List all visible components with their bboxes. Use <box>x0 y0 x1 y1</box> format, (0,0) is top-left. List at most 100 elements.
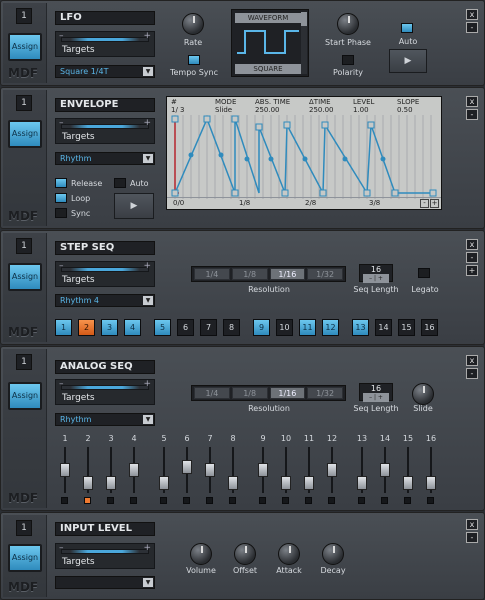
envelope-minimize-button[interactable]: - <box>466 109 478 120</box>
step-button-16[interactable]: 16 <box>421 319 438 336</box>
fader-handle[interactable] <box>426 475 436 490</box>
step-seq-assign-button[interactable]: Assign <box>8 263 42 291</box>
resolution-option[interactable]: 1/4 <box>194 268 230 280</box>
lfo-assign-button[interactable]: Assign <box>8 33 42 61</box>
step-button-10[interactable]: 10 <box>276 319 293 336</box>
envelope-number-button[interactable]: 1 <box>16 95 32 111</box>
fader-handle[interactable] <box>380 463 390 477</box>
fader-handle[interactable] <box>205 463 215 477</box>
lfo-polarity-checkbox[interactable] <box>342 55 354 65</box>
fader-handle[interactable] <box>106 475 116 490</box>
resolution-option-selected[interactable]: 1/16 <box>269 387 306 399</box>
step-button-11[interactable]: 11 <box>299 319 316 336</box>
fader-handle[interactable] <box>357 475 367 490</box>
analog-seq-slide-knob[interactable] <box>412 383 434 405</box>
envelope-display[interactable]: # MODE ABS. TIME ΔTIME LEVEL SLOPE 1/ 3 … <box>166 96 442 210</box>
lfo-waveform-dropdown[interactable]: Square 1/4T ▼ <box>55 65 155 78</box>
fader-handle[interactable] <box>258 463 268 477</box>
zoom-in-button[interactable]: + <box>430 199 439 208</box>
fader-handle[interactable] <box>129 463 139 477</box>
fader-handle[interactable] <box>327 463 337 477</box>
step-seq-close-button[interactable]: x <box>466 239 478 250</box>
step-button-1[interactable]: 1 <box>55 319 72 336</box>
envelope-sync-checkbox[interactable] <box>55 208 67 218</box>
lfo-play-button[interactable]: ▶ <box>389 49 427 73</box>
fader-handle[interactable] <box>159 475 169 490</box>
envelope-auto-checkbox[interactable] <box>114 178 126 188</box>
envelope-targets-bar[interactable] <box>61 124 149 129</box>
fader-handle[interactable] <box>281 475 291 490</box>
lfo-start-phase-knob[interactable] <box>337 13 359 35</box>
fader-handle[interactable] <box>182 459 192 474</box>
length-stepper-arrows[interactable]: – | + <box>363 393 389 402</box>
resolution-option[interactable]: 1/32 <box>307 387 343 399</box>
lfo-targets-slider[interactable]: – + Targets <box>55 31 155 57</box>
step-seq-add-button[interactable]: + <box>466 265 478 276</box>
envelope-targets-slider[interactable]: – + Targets <box>55 118 155 144</box>
analog-seq-targets-bar[interactable] <box>61 385 149 390</box>
envelope-preset-dropdown[interactable]: Rhythm ▼ <box>55 152 155 165</box>
fader-handle[interactable] <box>403 475 413 490</box>
input-level-minimize-button[interactable]: - <box>466 532 478 543</box>
fader-handle[interactable] <box>60 463 70 477</box>
envelope-graph[interactable] <box>167 115 441 199</box>
step-seq-preset-dropdown[interactable]: Rhythm 4 ▼ <box>55 294 155 307</box>
step-button-8[interactable]: 8 <box>223 319 240 336</box>
step-seq-length-stepper[interactable]: 16 – | + <box>359 264 393 283</box>
step-seq-targets-slider[interactable]: – + Targets <box>55 261 155 287</box>
waveform-scrollbar[interactable] <box>301 12 307 74</box>
lfo-tempo-sync-checkbox[interactable] <box>188 55 200 65</box>
step-button-14[interactable]: 14 <box>375 319 392 336</box>
input-level-preset-dropdown[interactable]: ▼ <box>55 576 155 589</box>
fader-handle[interactable] <box>304 475 314 490</box>
fader-handle[interactable] <box>83 475 93 490</box>
lfo-minimize-button[interactable]: - <box>466 22 478 33</box>
fader-handle[interactable] <box>228 475 238 490</box>
attack-knob[interactable] <box>278 543 300 565</box>
decay-knob[interactable] <box>322 543 344 565</box>
volume-knob[interactable] <box>190 543 212 565</box>
resolution-option-selected[interactable]: 1/16 <box>269 268 306 280</box>
step-button-15[interactable]: 15 <box>398 319 415 336</box>
analog-seq-preset-dropdown[interactable]: Rhythm ▼ <box>55 413 155 426</box>
step-seq-legato-checkbox[interactable] <box>418 268 430 278</box>
length-stepper-arrows[interactable]: – | + <box>363 274 389 283</box>
envelope-loop-checkbox[interactable] <box>55 193 67 203</box>
resolution-option[interactable]: 1/4 <box>194 387 230 399</box>
input-level-targets-bar[interactable] <box>61 549 149 554</box>
step-button-6[interactable]: 6 <box>177 319 194 336</box>
step-button-13[interactable]: 13 <box>352 319 369 336</box>
waveform-scroll-thumb[interactable] <box>301 12 307 26</box>
input-level-targets-slider[interactable]: – + Targets <box>55 543 155 569</box>
step-seq-minimize-button[interactable]: - <box>466 252 478 263</box>
envelope-assign-button[interactable]: Assign <box>8 120 42 148</box>
step-button-4[interactable]: 4 <box>124 319 141 336</box>
analog-seq-assign-button[interactable]: Assign <box>8 382 42 410</box>
lfo-close-button[interactable]: x <box>466 9 478 20</box>
lfo-number-button[interactable]: 1 <box>16 8 32 24</box>
analog-seq-resolution-selector[interactable]: 1/4 1/8 1/16 1/32 <box>191 385 346 401</box>
resolution-option[interactable]: 1/8 <box>231 387 268 399</box>
lfo-auto-checkbox[interactable] <box>401 23 413 33</box>
envelope-play-button[interactable]: ▶ <box>114 193 154 219</box>
analog-seq-close-button[interactable]: x <box>466 355 478 366</box>
analog-seq-minimize-button[interactable]: - <box>466 368 478 379</box>
analog-seq-length-stepper[interactable]: 16 – | + <box>359 383 393 402</box>
analog-seq-targets-slider[interactable]: – + Targets <box>55 379 155 405</box>
step-button-9[interactable]: 9 <box>253 319 270 336</box>
step-button-5[interactable]: 5 <box>154 319 171 336</box>
step-button-2[interactable]: 2 <box>78 319 95 336</box>
input-level-assign-button[interactable]: Assign <box>8 544 42 572</box>
step-seq-targets-bar[interactable] <box>61 267 149 272</box>
input-level-number-button[interactable]: 1 <box>16 520 32 536</box>
step-button-7[interactable]: 7 <box>200 319 217 336</box>
input-level-close-button[interactable]: x <box>466 519 478 530</box>
step-seq-resolution-selector[interactable]: 1/4 1/8 1/16 1/32 <box>191 266 346 282</box>
step-button-3[interactable]: 3 <box>101 319 118 336</box>
resolution-option[interactable]: 1/32 <box>307 268 343 280</box>
resolution-option[interactable]: 1/8 <box>231 268 268 280</box>
lfo-waveform-display[interactable]: WAVEFORM SQUARE <box>231 9 309 77</box>
zoom-out-button[interactable]: - <box>420 199 429 208</box>
offset-knob[interactable] <box>234 543 256 565</box>
envelope-release-checkbox[interactable] <box>55 178 67 188</box>
